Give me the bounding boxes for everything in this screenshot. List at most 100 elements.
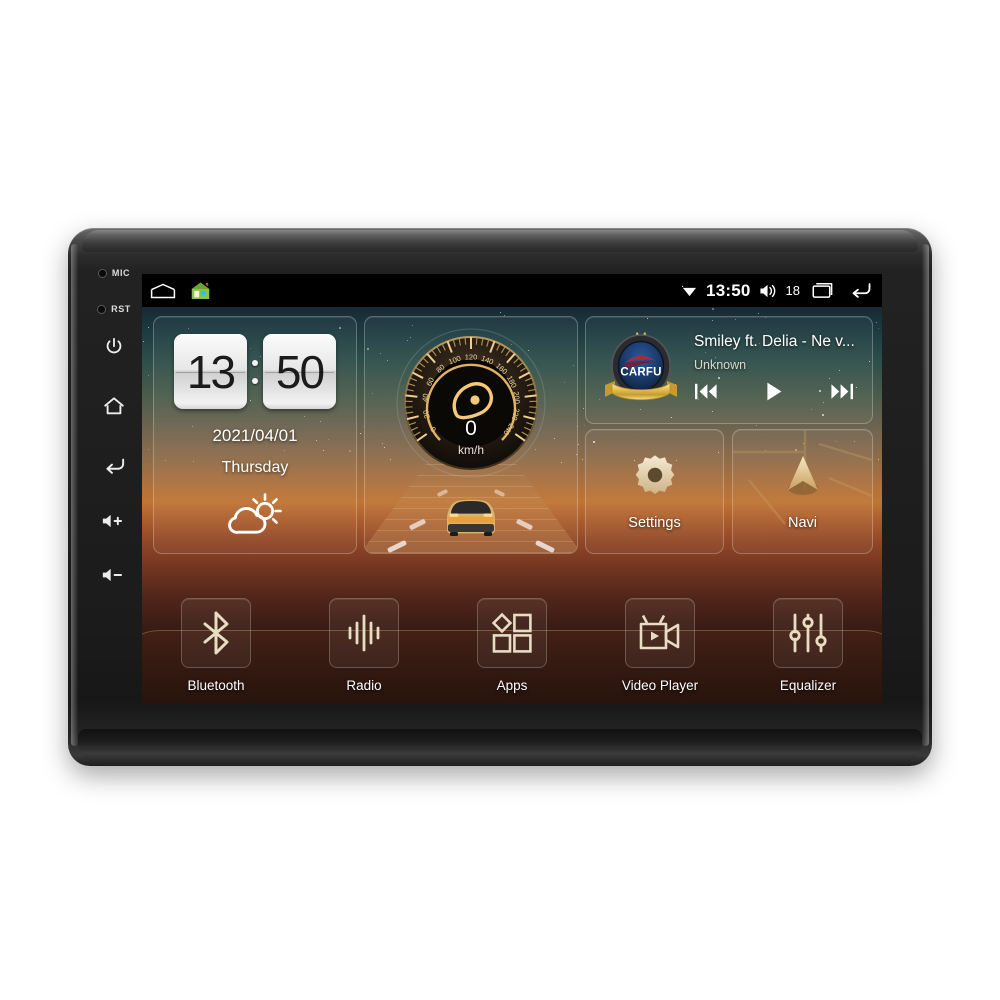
- volume-up-icon[interactable]: [101, 512, 127, 530]
- navi-tile-inner: Navi: [733, 430, 872, 553]
- dock-equalizer-tile[interactable]: [773, 598, 843, 668]
- home-button[interactable]: [84, 395, 144, 417]
- clock-hours: 13: [174, 334, 247, 409]
- speed-unit: km/h: [457, 443, 484, 457]
- status-bar: 13:50 18: [142, 274, 882, 307]
- settings-tile[interactable]: Settings: [585, 429, 724, 554]
- speedometer-inner: 0 20 40 60 80 100 120 140 160 180 200 220 240 0 km/h: [365, 317, 577, 553]
- gauge-tick: [475, 337, 478, 345]
- gauge-tick: [524, 394, 537, 398]
- play-button[interactable]: [764, 381, 784, 407]
- clock-weekday: Thursday: [221, 459, 289, 476]
- speedometer-widget[interactable]: 0 20 40 60 80 100 120 140 160 180 200 220 240 0 km/h: [364, 316, 578, 554]
- volume-down-icon[interactable]: [101, 566, 127, 584]
- dock-bluetooth-label: Bluetooth: [187, 678, 245, 693]
- app-dock: Bluetooth Radio Apps Video Player Equali…: [142, 583, 882, 701]
- playback-controls: [694, 381, 864, 407]
- home-icon[interactable]: [102, 395, 126, 417]
- apps-grid-icon: [491, 612, 532, 653]
- speed-value: 0: [465, 417, 477, 440]
- back-button[interactable]: [84, 454, 144, 476]
- dock-equalizer[interactable]: Equalizer: [734, 598, 882, 701]
- music-player-widget[interactable]: CARFU Smiley ft. Delia - Ne v... Unknown: [585, 316, 873, 424]
- dock-video-player[interactable]: Video Player: [586, 598, 734, 701]
- mic-pinhole: MIC: [84, 268, 144, 278]
- gauge-tick: [464, 337, 467, 345]
- dock-equalizer-label: Equalizer: [779, 678, 837, 693]
- colon-dot-bottom: [252, 377, 258, 384]
- clock-minutes-value: 50: [275, 345, 325, 398]
- mic-hole-icon: [97, 268, 107, 278]
- back-arrow-icon[interactable]: [848, 281, 873, 300]
- clock-separator: [250, 359, 260, 384]
- bezel-button-column: MIC RST: [84, 264, 144, 734]
- gear-icon: [635, 455, 674, 494]
- navigation-arrow-icon: [787, 456, 818, 495]
- dock-video-player-tile[interactable]: [625, 598, 695, 668]
- mic-label: MIC: [111, 268, 131, 278]
- wifi-icon[interactable]: [681, 283, 698, 298]
- settings-tile-label: Settings: [628, 515, 681, 531]
- recent-apps-icon[interactable]: [812, 282, 834, 299]
- status-bar-left: [150, 281, 211, 300]
- gauge-tick: [405, 394, 418, 398]
- play-icon[interactable]: [764, 381, 784, 402]
- clock-hours-value: 13: [186, 345, 236, 398]
- track-title: Smiley ft. Delia - Ne v...: [694, 333, 855, 350]
- dock-bluetooth[interactable]: Bluetooth: [142, 598, 290, 701]
- status-bar-volume-value: 18: [785, 283, 800, 298]
- back-arrow-icon[interactable]: [102, 454, 127, 476]
- album-art[interactable]: CARFU: [598, 325, 684, 416]
- power-button[interactable]: [84, 336, 144, 358]
- status-bar-clock: 13:50: [706, 280, 751, 300]
- home-screen-content: 13 50 2021/04/01 Thursday 0 20 40 60 80 …: [142, 307, 882, 704]
- navi-tile-label: Navi: [787, 515, 817, 531]
- skip-next-icon[interactable]: [830, 382, 854, 401]
- dock-apps-tile[interactable]: [477, 598, 547, 668]
- volume-icon[interactable]: [759, 283, 778, 299]
- car-illustration: [447, 499, 495, 536]
- touchscreen[interactable]: 13:50 18 13 50 2021/04/01 Thursday 0 20 …: [142, 274, 882, 704]
- music-metadata: Smiley ft. Delia - Ne v... Unknown: [694, 333, 872, 407]
- navi-tile[interactable]: Navi: [732, 429, 873, 554]
- radio-waveform-icon: [348, 614, 380, 652]
- colon-dot-top: [252, 359, 258, 366]
- dock-radio-tile[interactable]: [329, 598, 399, 668]
- car-head-unit-device: MIC RST 13:50 18 13 50 2021/04/01 Thursd…: [68, 228, 932, 766]
- clock-weather-widget[interactable]: 13 50 2021/04/01 Thursday: [153, 316, 357, 554]
- next-track-button[interactable]: [830, 382, 854, 406]
- skip-previous-icon[interactable]: [694, 382, 718, 401]
- clock-date: 2021/04/01: [212, 426, 298, 445]
- volume-up-button[interactable]: [84, 512, 144, 530]
- reset-hole-icon[interactable]: [97, 304, 107, 314]
- bezel-highlight-left: [71, 244, 78, 746]
- reset-label: RST: [111, 304, 131, 314]
- track-artist: Unknown: [694, 358, 747, 372]
- album-art-text: CARFU: [620, 366, 661, 378]
- dock-radio-label: Radio: [346, 678, 382, 693]
- status-bar-right: 13:50 18: [681, 281, 873, 301]
- carport-icon[interactable]: [150, 283, 176, 299]
- equalizer-sliders-icon: [789, 613, 827, 653]
- video-camera-icon: [639, 614, 680, 650]
- speed-gauge: 020406080100 120 140160180200220240: [396, 328, 546, 478]
- dock-video-player-label: Video Player: [621, 678, 699, 693]
- partly-cloudy-sun-icon: [228, 493, 282, 534]
- clock-minutes: 50: [263, 334, 336, 409]
- volume-down-button[interactable]: [84, 566, 144, 584]
- bezel-highlight-right: [922, 244, 929, 746]
- gauge-tick-label: 120: [465, 353, 478, 362]
- previous-track-button[interactable]: [694, 382, 718, 406]
- weather-area[interactable]: [225, 490, 285, 541]
- dock-radio[interactable]: Radio: [290, 598, 438, 701]
- carfu-badge-logo: CARFU: [605, 331, 677, 400]
- dock-apps-label: Apps: [496, 678, 528, 693]
- dock-bluetooth-tile[interactable]: [181, 598, 251, 668]
- dock-apps[interactable]: Apps: [438, 598, 586, 701]
- power-icon[interactable]: [103, 336, 125, 358]
- house-app-icon[interactable]: [190, 281, 211, 300]
- flip-clock[interactable]: 13 50: [174, 334, 336, 409]
- bluetooth-icon: [203, 611, 229, 655]
- settings-tile-inner: Settings: [586, 430, 723, 553]
- reset-pinhole[interactable]: RST: [84, 304, 144, 314]
